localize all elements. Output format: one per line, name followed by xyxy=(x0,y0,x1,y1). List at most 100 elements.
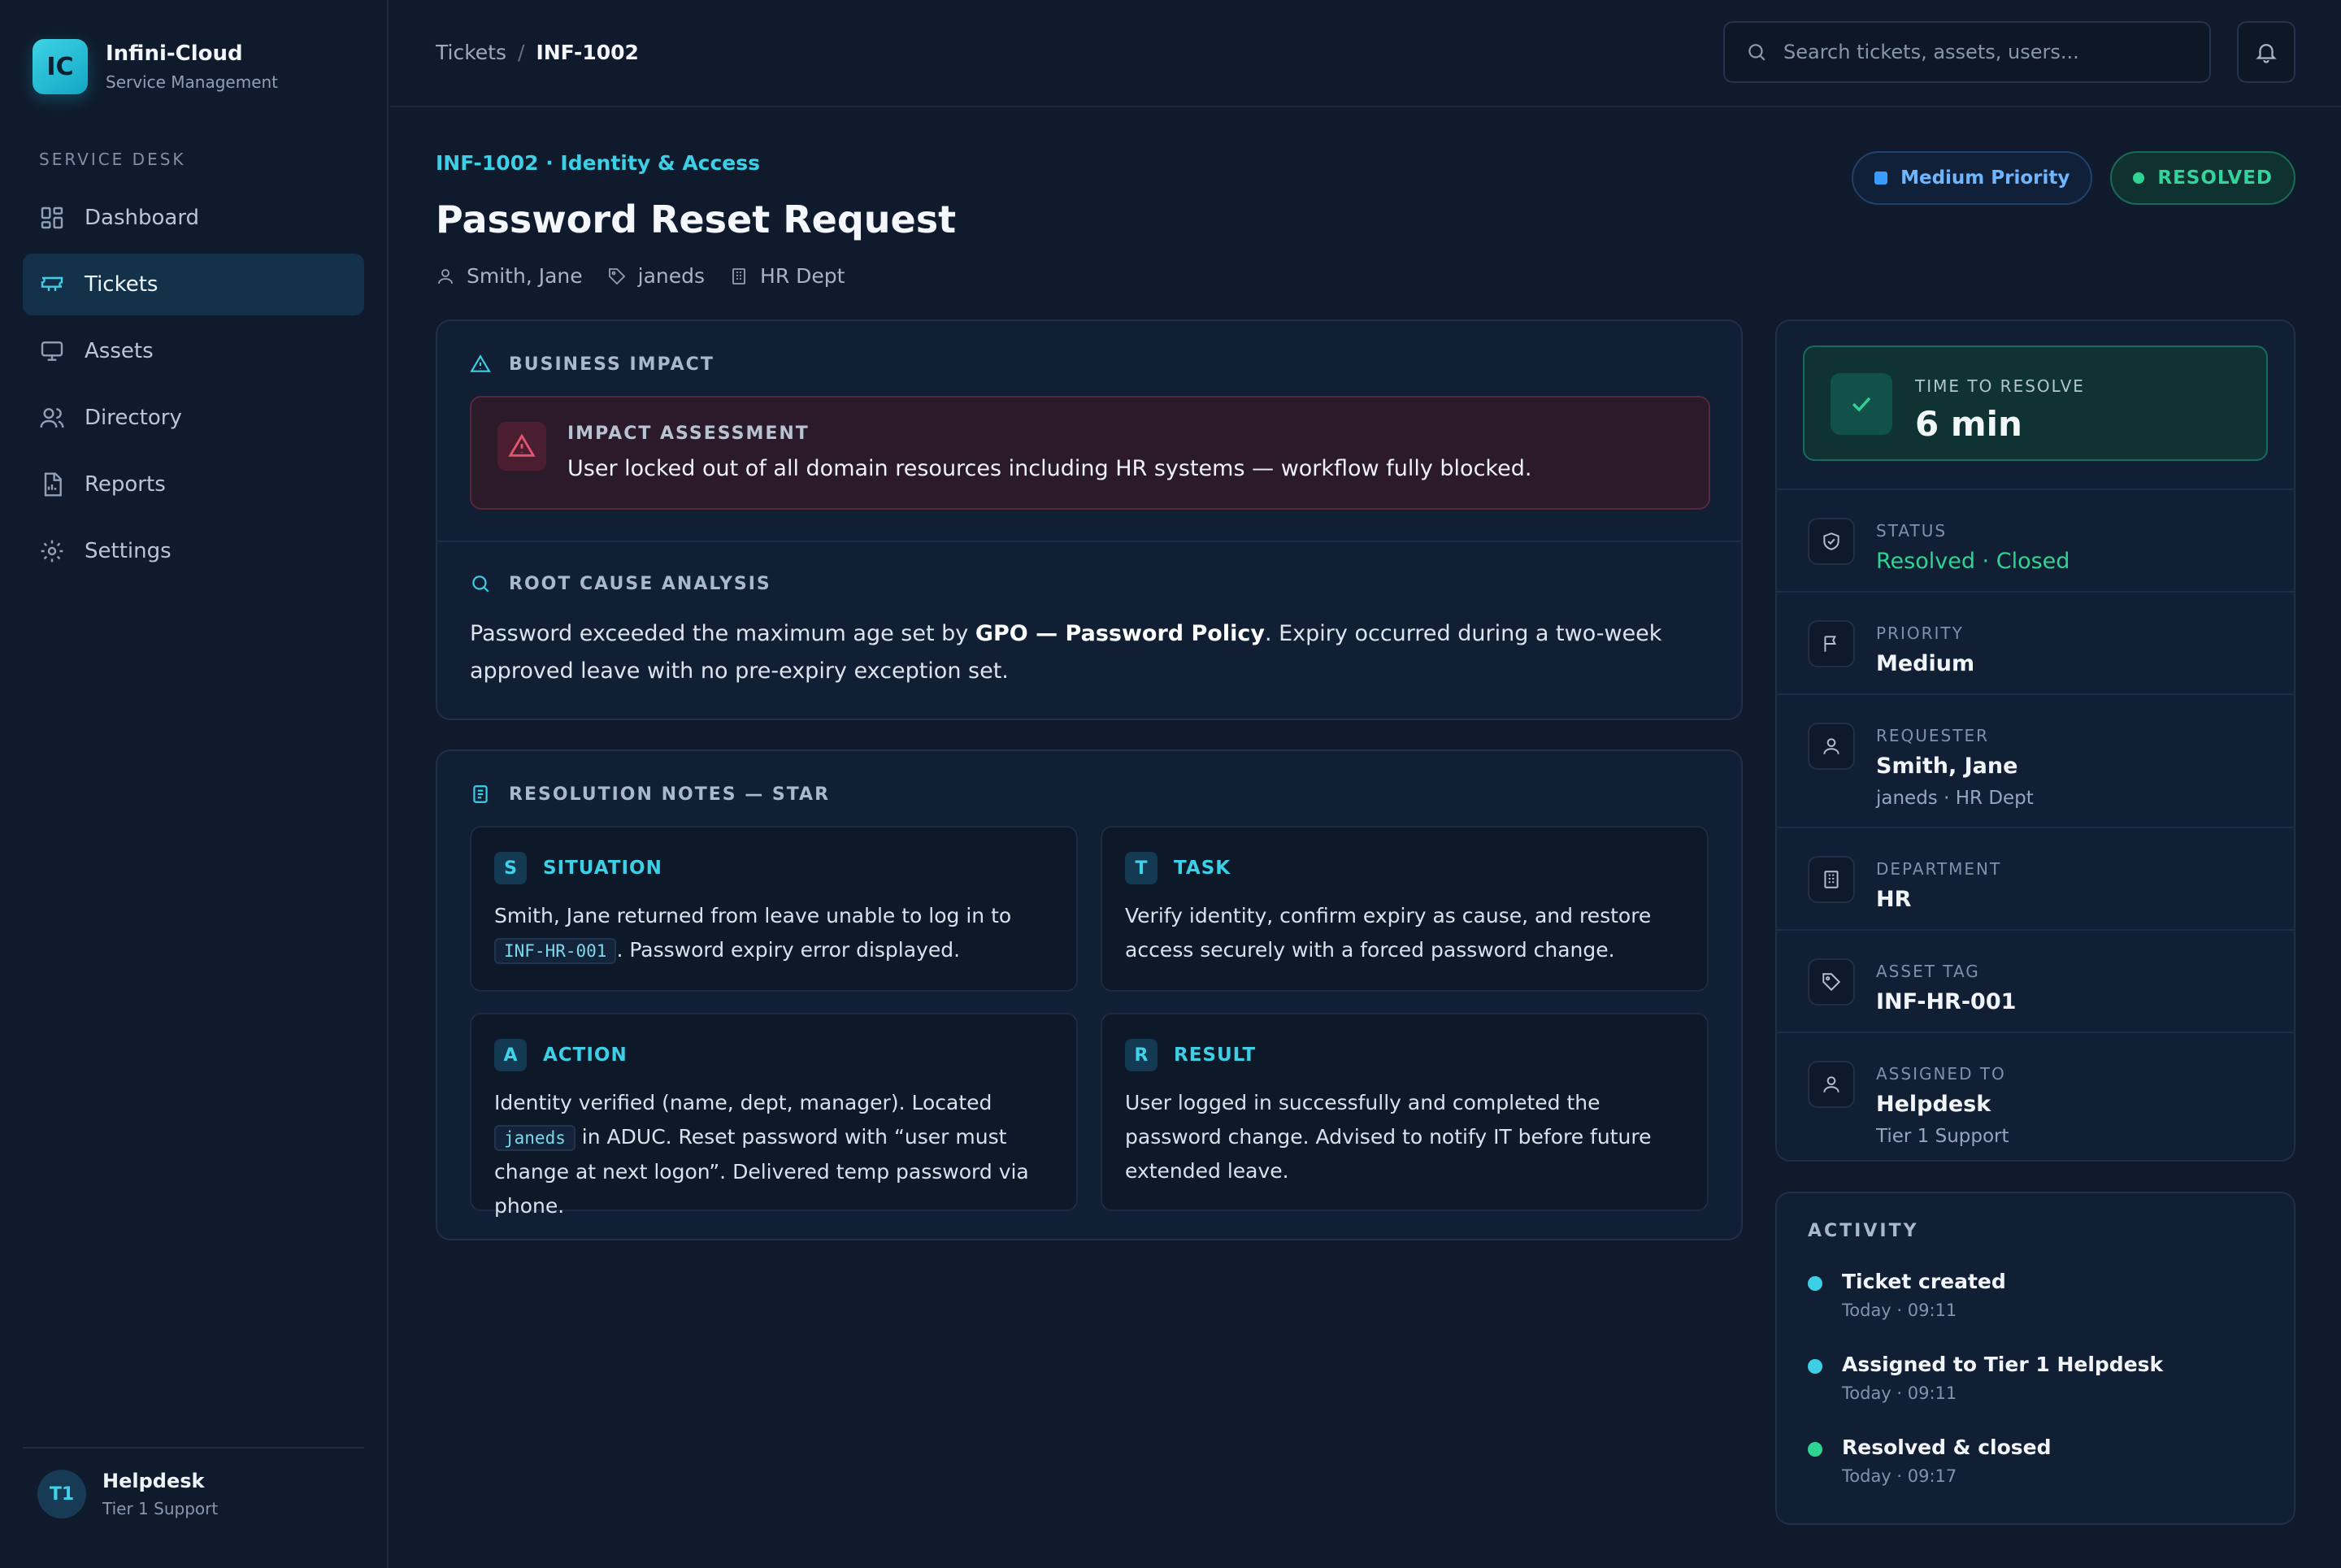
search-input[interactable] xyxy=(1783,41,2190,63)
user-role: Tier 1 Support xyxy=(102,1499,219,1518)
status-badge: RESOLVED xyxy=(2110,151,2295,205)
detail-department-icon xyxy=(1808,856,1855,903)
ticket-details-card: TIME TO RESOLVE 6 min STATUS Resolved · … xyxy=(1775,319,2295,1162)
situation-text-end: . Password expiry error displayed. xyxy=(616,938,961,962)
activity-dot xyxy=(1808,1442,1822,1457)
star-action-text: Identity verified (name, dept, manager).… xyxy=(494,1086,1055,1223)
activity-dot xyxy=(1808,1276,1822,1291)
current-user[interactable]: T1 Helpdesk Tier 1 Support xyxy=(23,1447,364,1518)
sidebar-item-label: Reports xyxy=(85,472,166,497)
user-icon xyxy=(1823,738,1839,754)
priority-badge-label: Medium Priority xyxy=(1900,167,2070,189)
app-subtitle: Service Management xyxy=(106,72,279,92)
ticket-badges: Medium Priority RESOLVED xyxy=(1834,151,2295,205)
user-icon xyxy=(1823,1076,1839,1092)
building-icon xyxy=(732,267,745,284)
star-letter: A xyxy=(494,1039,527,1071)
action-text-start: Identity verified (name, dept, manager).… xyxy=(494,1091,992,1114)
warning-icon xyxy=(470,354,491,372)
activity-dot xyxy=(1808,1359,1822,1374)
root-cause-header: ROOT CAUSE ANALYSIS xyxy=(470,573,771,594)
shield-check-icon xyxy=(1823,532,1839,550)
sidebar-item-settings[interactable]: Settings xyxy=(23,520,364,582)
flag-icon xyxy=(1824,636,1836,652)
detail-label: DEPARTMENT xyxy=(1876,859,2002,879)
root-cause-label: ROOT CAUSE ANALYSIS xyxy=(509,573,771,594)
meta-requester-name: Smith, Jane xyxy=(467,264,583,288)
tag-icon xyxy=(608,267,625,284)
sidebar-item-directory[interactable]: Directory xyxy=(23,387,364,449)
star-title: TASK xyxy=(1174,858,1231,879)
username-code: janeds xyxy=(494,1125,575,1151)
detail-requester-icon xyxy=(1808,723,1855,770)
detail-asset-value: INF-HR-001 xyxy=(1876,989,2017,1014)
meta-requester: Smith, Jane xyxy=(436,264,583,288)
card-divider xyxy=(437,541,1741,542)
ttr-check xyxy=(1831,373,1892,435)
sidebar-item-label: Dashboard xyxy=(85,206,200,230)
sidebar-item-assets[interactable]: Assets xyxy=(23,320,364,382)
detail-assigned-value: Helpdesk xyxy=(1876,1092,1991,1117)
meta-department-text: HR Dept xyxy=(760,264,845,288)
user-text: Helpdesk Tier 1 Support xyxy=(102,1470,218,1518)
resolution-notes-label: RESOLUTION NOTES — STAR xyxy=(509,784,831,805)
meta-department: HR Dept xyxy=(729,264,845,288)
sidebar-nav: Dashboard Tickets Assets Directory Repor… xyxy=(23,187,364,587)
ticket-icon xyxy=(41,276,63,291)
star-task-head: T TASK xyxy=(1125,852,1231,884)
business-impact-label: BUSINESS IMPACT xyxy=(509,354,714,375)
star-result-head: R RESULT xyxy=(1125,1039,1256,1071)
search-box[interactable] xyxy=(1723,21,2211,83)
activity-text: Assigned to Tier 1 Helpdesk xyxy=(1842,1353,2164,1376)
app-name: Infini-Cloud xyxy=(106,41,243,66)
report-icon xyxy=(44,472,62,497)
ticket-id-category: INF-1002 · Identity & Access xyxy=(436,151,761,175)
star-title: ACTION xyxy=(543,1045,628,1066)
detail-asset-icon xyxy=(1808,958,1855,1006)
impact-assessment-text: User locked out of all domain resources … xyxy=(567,456,1532,481)
business-impact-header: BUSINESS IMPACT xyxy=(470,354,714,375)
detail-label: STATUS xyxy=(1876,521,1948,541)
detail-department-value: HR xyxy=(1876,887,1912,912)
sidebar-item-dashboard[interactable]: Dashboard xyxy=(23,187,364,249)
detail-assigned-sub: Tier 1 Support xyxy=(1876,1126,2009,1147)
asset-code: INF-HR-001 xyxy=(494,938,617,964)
star-task: T TASK Verify identity, confirm expiry a… xyxy=(1101,826,1709,992)
gear-icon xyxy=(41,540,63,562)
page-title: Password Reset Request xyxy=(436,198,957,241)
sidebar-item-reports[interactable]: Reports xyxy=(23,454,364,515)
star-action-head: A ACTION xyxy=(494,1039,628,1071)
detail-assigned: ASSIGNED TO Helpdesk Tier 1 Support xyxy=(1777,1032,2294,1162)
building-icon xyxy=(1824,871,1839,888)
star-letter: R xyxy=(1125,1039,1157,1071)
ttr-value: 6 min xyxy=(1915,404,2022,444)
topbar: Tickets / INF-1002 xyxy=(390,0,2341,107)
detail-label: REQUESTER xyxy=(1876,726,1989,745)
star-title: RESULT xyxy=(1174,1045,1257,1066)
detail-assigned-icon xyxy=(1808,1061,1855,1108)
activity-card: ACTIVITY Ticket created Today · 09:11 As… xyxy=(1775,1192,2295,1525)
nav-section-label: SERVICE DESK xyxy=(39,150,186,169)
status-badge-label: RESOLVED xyxy=(2157,167,2273,189)
activity-text: Resolved & closed xyxy=(1842,1436,2052,1459)
detail-requester-value: Smith, Jane xyxy=(1876,754,2018,779)
sidebar-item-tickets[interactable]: Tickets xyxy=(23,254,364,315)
activity-time: Today · 09:11 xyxy=(1842,1301,1957,1320)
notifications-button[interactable] xyxy=(2237,21,2295,83)
detail-priority: PRIORITY Medium xyxy=(1777,591,2294,693)
detail-requester: REQUESTER Smith, Jane janeds · HR Dept xyxy=(1777,693,2294,827)
priority-badge: Medium Priority xyxy=(1852,151,2093,205)
brand[interactable]: IC Infini-Cloud Service Management xyxy=(33,39,278,94)
detail-priority-icon xyxy=(1808,620,1855,667)
situation-text-start: Smith, Jane returned from leave unable t… xyxy=(494,904,1012,927)
ttr-label: TIME TO RESOLVE xyxy=(1915,376,2085,396)
detail-status: STATUS Resolved · Closed xyxy=(1777,489,2294,591)
sidebar: IC Infini-Cloud Service Management SERVI… xyxy=(0,0,389,1568)
detail-label: ASSIGNED TO xyxy=(1876,1064,2006,1084)
status-dot xyxy=(2133,172,2145,184)
breadcrumb-tickets[interactable]: Tickets xyxy=(436,41,506,64)
ticket-meta: Smith, Jane janeds HR Dept xyxy=(436,264,956,288)
detail-requester-sub: janeds · HR Dept xyxy=(1876,788,2034,809)
priority-dot xyxy=(1874,172,1888,185)
detail-label: ASSET TAG xyxy=(1876,962,1980,981)
